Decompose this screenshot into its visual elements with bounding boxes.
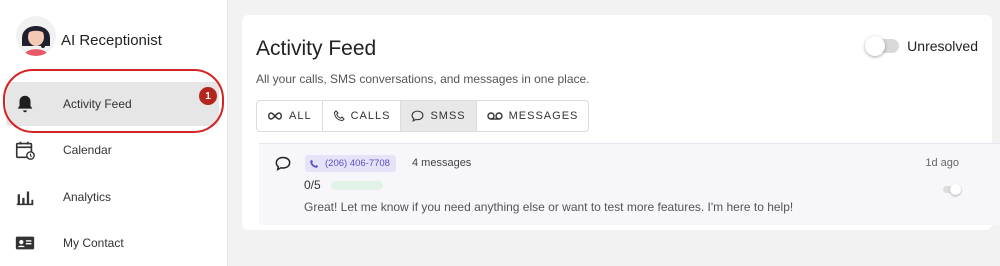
page-subtitle: All your calls, SMS conversations, and m… (256, 72, 590, 86)
phone-number: (206) 406-7708 (325, 158, 390, 169)
filter-tabs: ALL CALLS SMSS MESSAGES (256, 100, 590, 132)
unresolved-toggle[interactable]: Unresolved (865, 36, 978, 56)
toggle-label: Unresolved (907, 38, 978, 54)
page-title: Activity Feed (256, 37, 377, 60)
chat-bubble-icon (275, 156, 291, 176)
sidebar-item-analytics[interactable]: Analytics (0, 175, 228, 219)
timestamp: 1d ago (925, 157, 959, 169)
sidebar-item-activity-feed[interactable]: Activity Feed 1 (6, 82, 219, 126)
sidebar-item-label: Analytics (63, 190, 112, 204)
infinity-icon (267, 111, 283, 121)
activity-feed-card: Activity Feed All your calls, SMS conver… (242, 15, 1000, 230)
calendar-icon (14, 139, 36, 161)
message-preview: Great! Let me know if you need anything … (304, 200, 794, 214)
sidebar-item-my-contact[interactable]: My Contact (0, 221, 228, 265)
tab-messages[interactable]: MESSAGES (477, 101, 589, 131)
bell-icon (14, 93, 36, 115)
toggle-switch[interactable] (865, 36, 900, 56)
voicemail-icon (486, 111, 503, 121)
sidebar-item-calendar[interactable]: Calendar (0, 128, 228, 172)
message-count: 4 messages (412, 157, 472, 169)
bar-chart-icon (14, 186, 36, 208)
tab-calls[interactable]: CALLS (323, 101, 402, 131)
chat-bubble-icon (411, 110, 424, 122)
phone-number-chip[interactable]: (206) 406-7708 (305, 155, 396, 172)
notification-badge: 1 (199, 87, 217, 105)
resolve-toggle[interactable] (943, 184, 961, 195)
phone-icon (333, 110, 345, 122)
phone-icon (309, 159, 319, 169)
score-bar (331, 181, 383, 190)
sidebar-item-label: Activity Feed (63, 97, 132, 111)
brand-name: AI Receptionist (61, 32, 162, 49)
sidebar-item-label: Calendar (63, 143, 112, 157)
feed-item[interactable]: (206) 406-7708 4 messages 1d ago 0/5 Gre… (259, 143, 1000, 225)
tab-smss[interactable]: SMSS (401, 101, 477, 131)
tab-all[interactable]: ALL (257, 101, 323, 131)
sidebar-item-label: My Contact (63, 236, 124, 250)
sidebar: AI Receptionist Activity Feed 1 Calendar… (0, 0, 228, 266)
brand: AI Receptionist (16, 16, 162, 56)
score-text: 0/5 (304, 178, 321, 192)
contact-card-icon (14, 232, 36, 254)
avatar (16, 16, 56, 56)
